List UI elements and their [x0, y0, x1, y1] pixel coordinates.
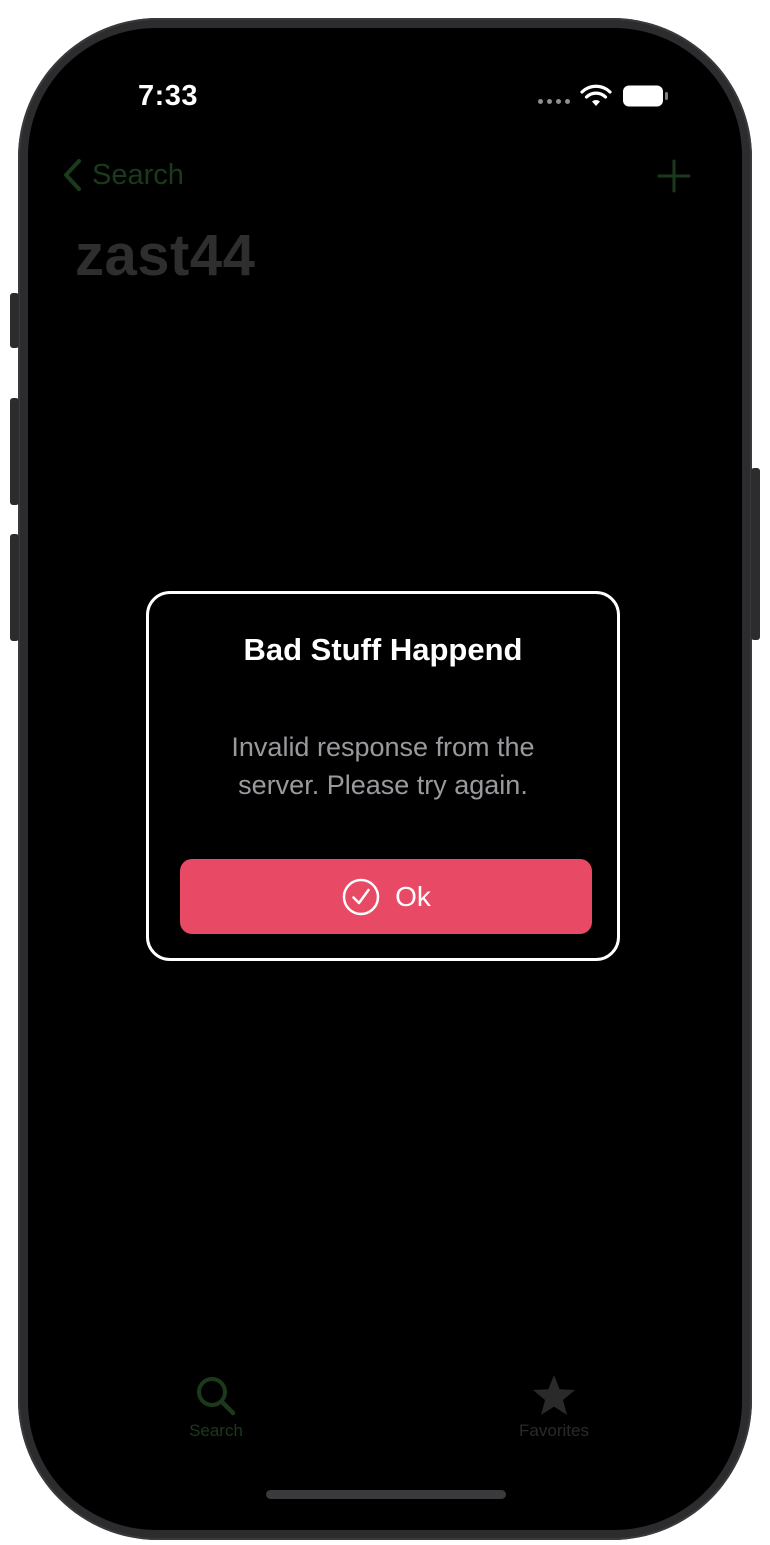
screen: 7:33 Search zast44 Bad Stuff Happend Inv…	[28, 28, 742, 1530]
alert-dialog: Bad Stuff Happend Invalid response from …	[146, 591, 620, 961]
silent-switch	[10, 293, 19, 348]
alert-title: Bad Stuff Happend	[243, 632, 523, 667]
battery-icon	[623, 85, 668, 107]
volume-up-button	[10, 398, 19, 505]
ok-button[interactable]: Ok	[180, 859, 592, 934]
back-button[interactable]: Search	[62, 158, 184, 192]
tab-favorites[interactable]: Favorites	[484, 1373, 624, 1441]
page-title: zast44	[75, 223, 256, 288]
power-button	[751, 468, 760, 640]
ok-button-label: Ok	[395, 880, 431, 912]
alert-message: Invalid response from the server. Please…	[231, 732, 535, 800]
plus-icon	[657, 159, 691, 193]
add-button[interactable]	[656, 158, 692, 199]
volume-down-button	[10, 534, 19, 641]
status-icons	[538, 84, 670, 108]
tab-bar: Search Favorites	[28, 1373, 742, 1453]
cellular-dots-icon	[538, 98, 570, 104]
wifi-icon	[580, 84, 612, 106]
home-indicator[interactable]	[266, 1490, 506, 1499]
status-time: 7:33	[138, 80, 199, 112]
chevron-left-icon	[64, 159, 81, 191]
tab-search-label: Search	[189, 1421, 243, 1440]
magnifying-glass-icon	[197, 1377, 236, 1416]
back-button-label: Search	[92, 158, 184, 191]
star-icon	[533, 1375, 575, 1415]
checkmark-circle-icon	[342, 878, 380, 915]
tab-search[interactable]: Search	[146, 1373, 286, 1441]
tab-favorites-label: Favorites	[519, 1421, 589, 1440]
